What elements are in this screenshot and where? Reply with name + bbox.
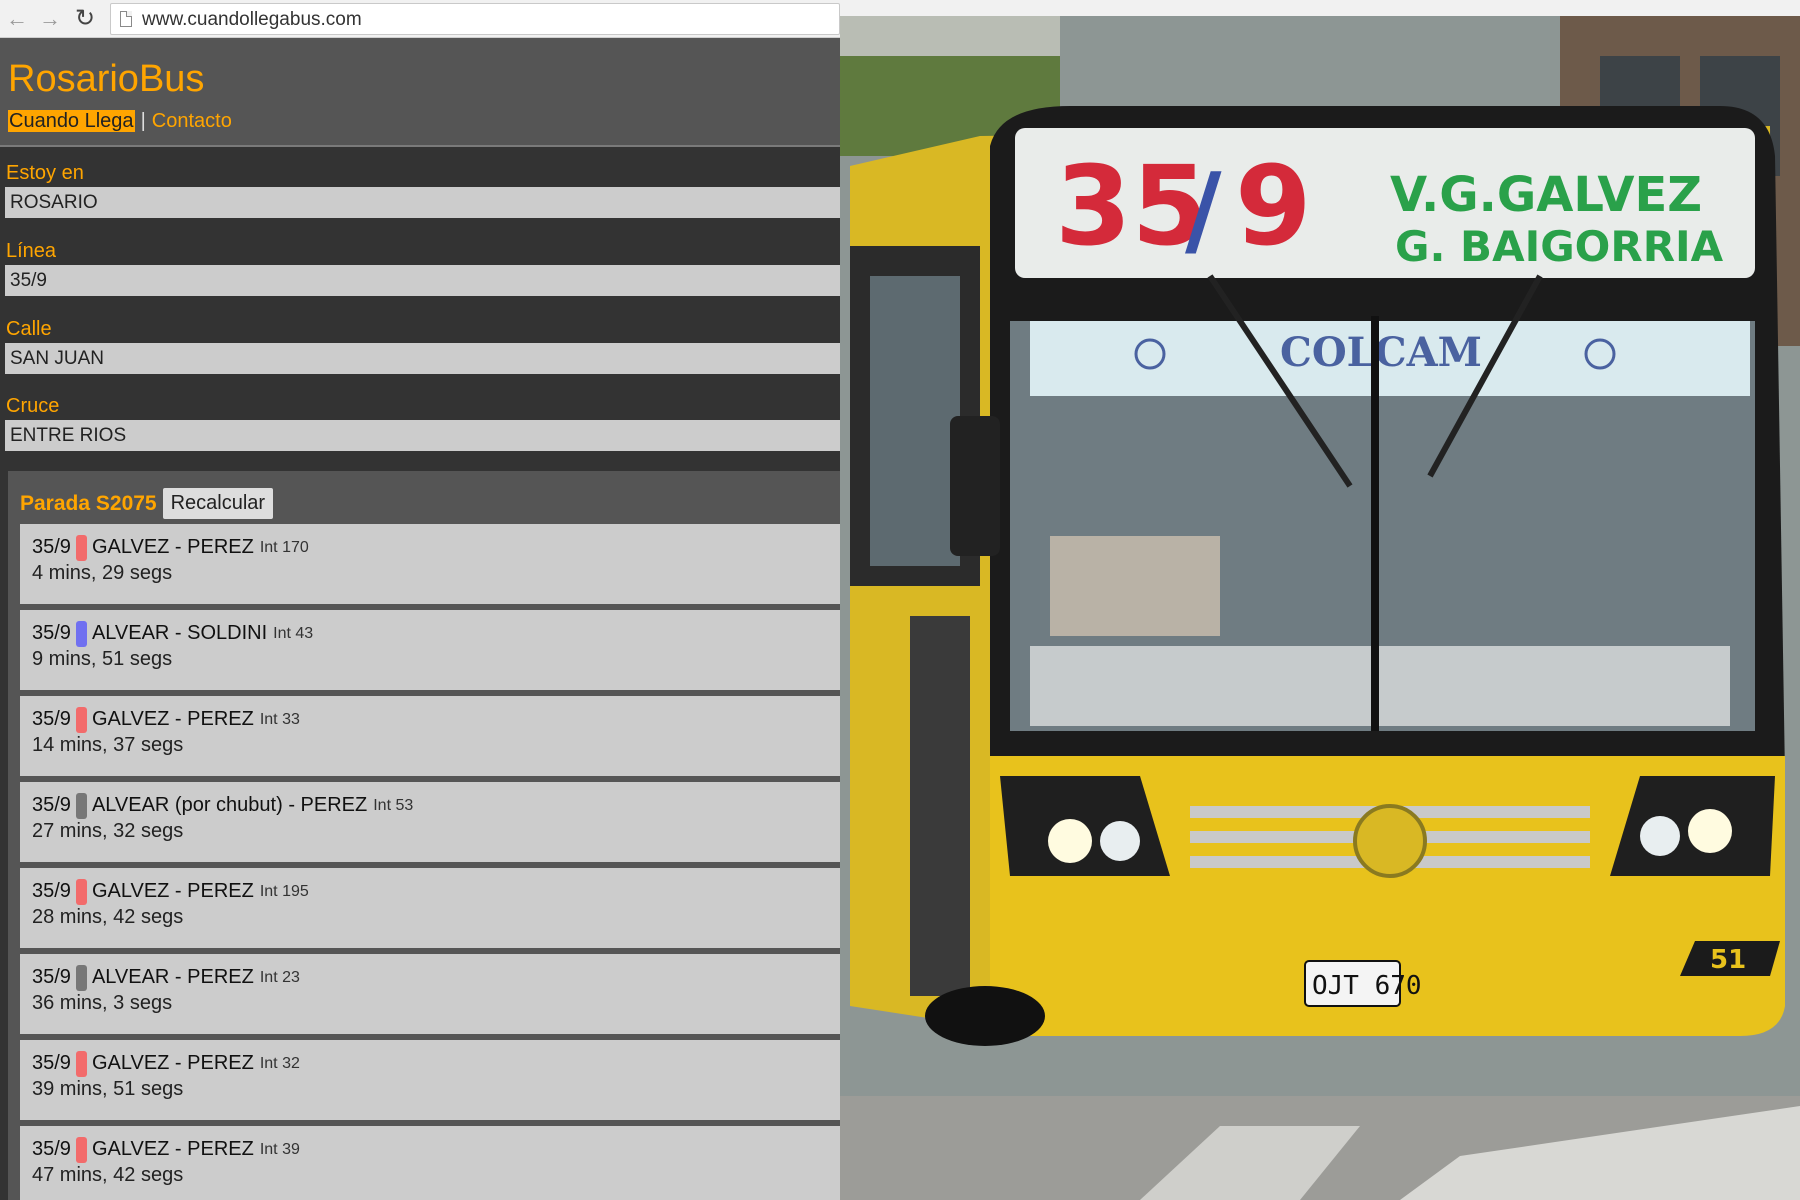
back-arrow-icon[interactable]: ← bbox=[4, 6, 30, 32]
arrivals-list: 35/9 GALVEZ - PEREZ Int 170 4 mins, 29 seg… bbox=[20, 524, 840, 1200]
bus-illustration: 35 / 9 V.G.GALVEZ G. BAIGORRIA COLCAM OJ… bbox=[840, 16, 1800, 1200]
main-nav: Cuando Llega | Contacto bbox=[8, 110, 232, 133]
arrival-internal-number: Int 195 bbox=[259, 882, 309, 900]
field-group-street: Calle SAN JUAN bbox=[0, 318, 840, 374]
arrival-eta: 28 mins, 42 segs bbox=[32, 906, 184, 928]
brand-title[interactable]: RosarioBus bbox=[8, 58, 204, 101]
nav-contacto[interactable]: Contacto bbox=[152, 110, 232, 132]
address-bar[interactable]: www.cuandollegabus.com bbox=[110, 3, 840, 35]
arrival-item: 35/9 ALVEAR - PEREZ Int 23 36 mins, 3 segs bbox=[20, 954, 840, 1034]
arrival-destination: ALVEAR (por chubut) - PEREZ bbox=[91, 794, 368, 816]
arrival-line: 35/9 bbox=[32, 966, 71, 988]
arrival-destination: GALVEZ - PEREZ bbox=[91, 880, 254, 902]
mercedes-emblem-icon bbox=[1353, 804, 1427, 878]
headlight-right-2 bbox=[1640, 816, 1680, 856]
arrival-destination: GALVEZ - PEREZ bbox=[91, 1138, 254, 1160]
arrival-line: 35/9 bbox=[32, 880, 71, 902]
sign-route-sub: 9 bbox=[1235, 142, 1312, 270]
nav-cuando-llega[interactable]: Cuando Llega bbox=[8, 110, 135, 132]
route-color-badge bbox=[75, 1136, 87, 1163]
cross-select[interactable]: ENTRE RIOS bbox=[5, 420, 840, 451]
city-label: Estoy en bbox=[6, 162, 84, 184]
sign-route-slash: / bbox=[1185, 151, 1222, 268]
cross-label: Cruce bbox=[6, 395, 60, 417]
side-mirror bbox=[950, 416, 1000, 556]
bus-door bbox=[910, 616, 970, 996]
forward-arrow-icon[interactable]: → bbox=[37, 6, 63, 32]
arrival-line: 35/9 bbox=[32, 1052, 71, 1074]
arrival-line: 35/9 bbox=[32, 1138, 71, 1160]
route-color-badge bbox=[75, 878, 87, 905]
arrival-eta: 47 mins, 42 segs bbox=[32, 1164, 184, 1186]
stop-panel: Parada S2075 Recalcular 35/9 GALVEZ - PER… bbox=[8, 471, 840, 1200]
arrival-item: 35/9 GALVEZ - PEREZ Int 195 28 mins, 42 se… bbox=[20, 868, 840, 948]
arrival-internal-number: Int 39 bbox=[259, 1140, 300, 1158]
city-select[interactable]: ROSARIO bbox=[5, 187, 840, 218]
dashboard-display bbox=[1050, 536, 1220, 636]
arrival-internal-number: Int 32 bbox=[259, 1054, 300, 1072]
stop-name: Parada S2075 bbox=[20, 491, 157, 515]
arrival-item: 35/9 GALVEZ - PEREZ Int 33 14 mins, 37 seg… bbox=[20, 696, 840, 776]
arrival-item: 35/9 GALVEZ - PEREZ Int 32 39 mins, 51 seg… bbox=[20, 1040, 840, 1120]
arrival-eta: 14 mins, 37 segs bbox=[32, 734, 184, 756]
wheel bbox=[925, 986, 1045, 1046]
street-select[interactable]: SAN JUAN bbox=[5, 343, 840, 374]
arrival-line: 35/9 bbox=[32, 622, 71, 644]
headlight-left bbox=[1048, 819, 1092, 863]
url-text[interactable]: www.cuandollegabus.com bbox=[142, 9, 362, 31]
line-select[interactable]: 35/9 bbox=[5, 265, 840, 296]
route-color-badge bbox=[75, 964, 87, 991]
arrival-destination: GALVEZ - PEREZ bbox=[91, 536, 254, 558]
arrival-internal-number: Int 23 bbox=[259, 968, 300, 986]
field-group-city: Estoy en ROSARIO bbox=[0, 162, 840, 218]
route-color-badge bbox=[75, 706, 87, 733]
arrival-item: 35/9 GALVEZ - PEREZ Int 39 47 mins, 42 seg… bbox=[20, 1126, 840, 1200]
arrival-item: 35/9 GALVEZ - PEREZ Int 170 4 mins, 29 seg… bbox=[20, 524, 840, 604]
arrival-line: 35/9 bbox=[32, 536, 71, 558]
route-color-badge bbox=[75, 534, 87, 561]
arrival-eta: 39 mins, 51 segs bbox=[32, 1078, 184, 1100]
bus-photo: 35 / 9 V.G.GALVEZ G. BAIGORRIA COLCAM OJ… bbox=[840, 16, 1800, 1200]
license-plate-text: OJT 670 bbox=[1312, 971, 1422, 1001]
arrival-internal-number: Int 43 bbox=[273, 624, 314, 642]
route-color-badge bbox=[75, 620, 87, 647]
arrival-destination: ALVEAR - PEREZ bbox=[91, 966, 254, 988]
nav-separator: | bbox=[140, 110, 146, 132]
headlight-left-2 bbox=[1100, 821, 1140, 861]
arrival-internal-number: Int 170 bbox=[259, 538, 309, 556]
app-header: RosarioBus Cuando Llega | Contacto bbox=[0, 38, 840, 147]
headlight-right bbox=[1688, 809, 1732, 853]
stop-header: Parada S2075 Recalcular bbox=[20, 488, 274, 519]
app-panel: RosarioBus Cuando Llega | Contacto Estoy e… bbox=[0, 38, 840, 1200]
arrival-destination: ALVEAR - SOLDINI bbox=[91, 622, 268, 644]
route-color-badge bbox=[75, 792, 87, 819]
line-label: Línea bbox=[6, 240, 57, 262]
arrival-internal-number: Int 53 bbox=[373, 796, 414, 814]
arrival-destination: GALVEZ - PEREZ bbox=[91, 708, 254, 730]
reload-icon[interactable]: ↻ bbox=[72, 6, 98, 32]
arrival-eta: 27 mins, 32 segs bbox=[32, 820, 184, 842]
arrival-eta: 4 mins, 29 segs bbox=[32, 562, 173, 584]
arrival-line: 35/9 bbox=[32, 794, 71, 816]
company-name: COLCAM bbox=[1280, 329, 1482, 376]
arrival-item: 35/9 ALVEAR - SOLDINI Int 43 9 mins, 51 se… bbox=[20, 610, 840, 690]
sign-destination-1: V.G.GALVEZ bbox=[1390, 167, 1702, 223]
fleet-number: 51 bbox=[1710, 945, 1746, 975]
arrival-item: 35/9 ALVEAR (por chubut) - PEREZ Int 53 27… bbox=[20, 782, 840, 862]
arrival-eta: 36 mins, 3 segs bbox=[32, 992, 173, 1014]
arrival-line: 35/9 bbox=[32, 708, 71, 730]
arrival-eta: 9 mins, 51 segs bbox=[32, 648, 173, 670]
page-icon bbox=[120, 11, 132, 27]
sign-destination-2: G. BAIGORRIA bbox=[1395, 222, 1724, 271]
arrival-internal-number: Int 33 bbox=[259, 710, 300, 728]
street-label: Calle bbox=[6, 318, 52, 340]
field-group-cross: Cruce ENTRE RIOS bbox=[0, 395, 840, 451]
dashboard bbox=[1030, 646, 1730, 726]
arrival-destination: GALVEZ - PEREZ bbox=[91, 1052, 254, 1074]
bus-side-window-glass bbox=[870, 276, 960, 566]
recalcular-button[interactable]: Recalcular bbox=[162, 488, 274, 519]
field-group-line: Línea 35/9 bbox=[0, 240, 840, 296]
route-color-badge bbox=[75, 1050, 87, 1077]
